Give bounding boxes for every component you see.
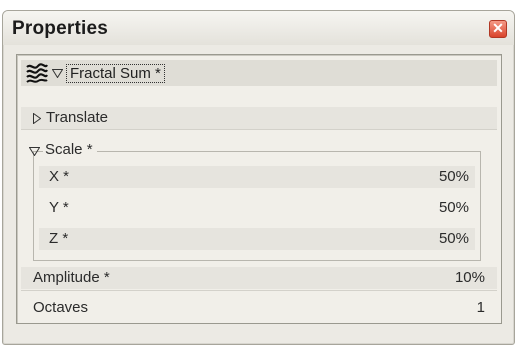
property-row-octaves[interactable]: Octaves 1 [21,297,497,319]
properties-window: Properties ✕ Fractal Sum * Translate Sca… [2,10,515,345]
property-row-z[interactable]: Z * 50% [39,228,475,250]
row-divider [21,129,497,130]
collapse-triangle-icon[interactable] [52,69,63,78]
property-value[interactable]: 10% [455,269,485,286]
property-row-x[interactable]: X * 50% [39,166,475,188]
close-icon: ✕ [492,20,504,36]
property-value[interactable]: 1 [477,299,485,316]
tree-node-label: Fractal Sum * [66,64,165,83]
property-row-y[interactable]: Y * 50% [39,197,475,219]
close-button[interactable]: ✕ [489,20,507,38]
title-bar[interactable]: Properties ✕ [3,11,514,45]
property-tree: Fractal Sum * Translate Scale * X * 50% … [16,54,502,324]
property-row-amplitude[interactable]: Amplitude * 10% [21,267,497,289]
tree-node-label: Translate [46,109,108,126]
tree-node-translate[interactable]: Translate [21,107,497,129]
property-label: Y * [49,199,69,216]
collapse-triangle-icon[interactable] [29,147,40,156]
property-value[interactable]: 50% [439,230,469,247]
property-value[interactable]: 50% [439,168,469,185]
tree-node-fractal-sum[interactable]: Fractal Sum * [21,60,497,86]
property-label: Octaves [33,299,89,316]
tree-node-scale[interactable]: Scale * [29,141,97,161]
expand-triangle-icon[interactable] [33,113,41,124]
property-label: Amplitude * [33,269,110,286]
tree-node-label: Scale * [45,141,93,158]
row-divider [21,290,497,291]
fractal-pattern-icon [26,63,48,83]
property-value[interactable]: 50% [439,199,469,216]
property-label: Z * [49,230,69,247]
window-title: Properties [12,18,108,39]
property-label: X * [49,168,70,185]
